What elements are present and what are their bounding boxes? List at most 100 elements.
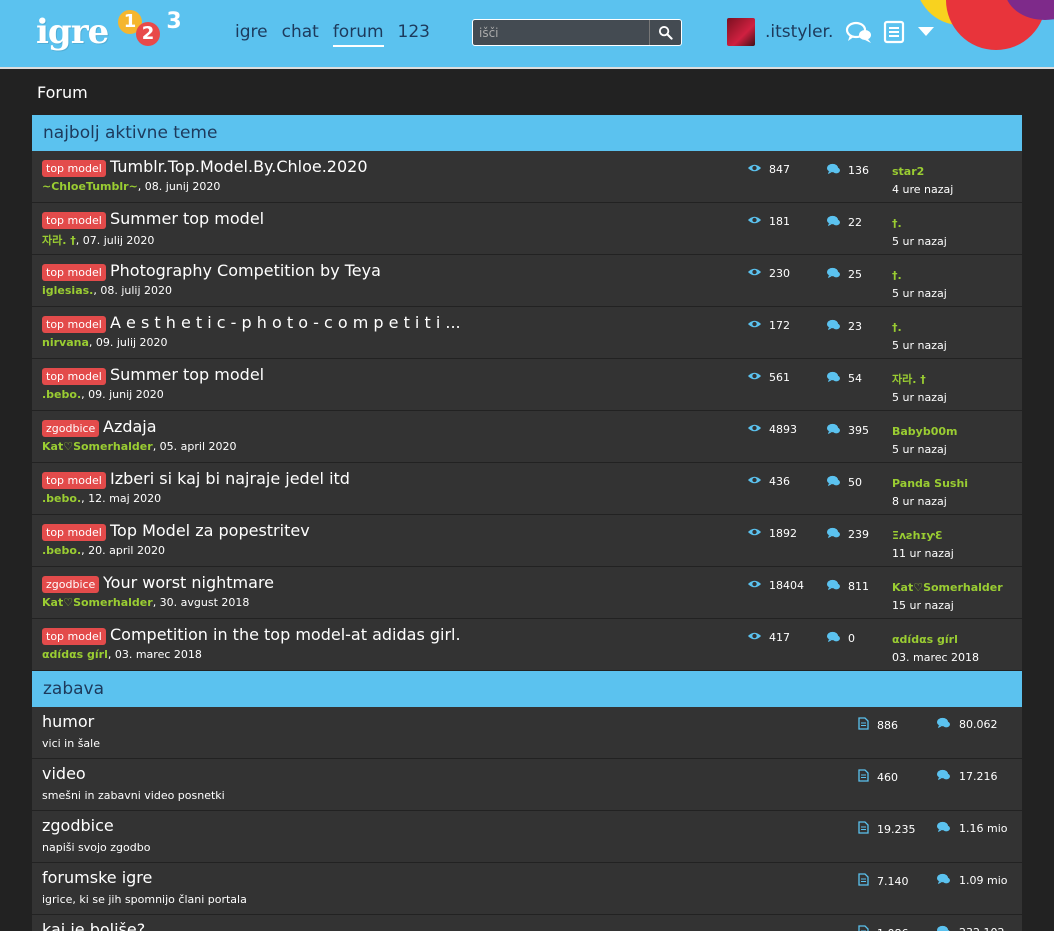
forum-row[interactable]: video smešni in zabavni video posnetki 460… [32, 759, 1022, 811]
avatar[interactable] [727, 18, 755, 46]
topic-author[interactable]: Kat♡Somerhalder [42, 440, 153, 453]
nav-item-igre[interactable]: igre [235, 22, 268, 47]
topic-title[interactable]: Photography Competition by Teya [110, 261, 381, 280]
topic-title[interactable]: Tumblr.Top.Model.By.Chloe.2020 [110, 157, 368, 176]
topic-author[interactable]: .bebo. [42, 388, 81, 401]
forum-posts: 80.062 [936, 717, 998, 732]
topic-title[interactable]: A e s t h e t i c - p h o t o - c o m p … [110, 313, 461, 332]
topic-date: , 09. julij 2020 [88, 336, 168, 349]
topic-title[interactable]: Summer top model [110, 365, 264, 384]
topics-count: 460 [877, 770, 898, 784]
topic-title[interactable]: Competition in the top model-at adidas g… [110, 625, 461, 644]
topic-row[interactable]: zgodbice Your worst nightmare Kat♡Somerhal… [32, 567, 1022, 619]
topic-tag[interactable]: top model [42, 160, 106, 177]
search-input[interactable] [473, 20, 649, 45]
topic-author[interactable]: .bebo. [42, 492, 81, 505]
topic-author[interactable]: nirvana [42, 336, 89, 349]
last-post-user[interactable]: Kat♡Somerhalder [892, 579, 1003, 597]
topic-row[interactable]: zgodbice Azdaja Kat♡Somerhalder, 05. april… [32, 411, 1022, 463]
last-post: Panda Sushi 8 ur nazaj [892, 475, 968, 511]
topic-tag[interactable]: zgodbice [42, 420, 100, 437]
last-post-time[interactable]: 4 ure nazaj [892, 181, 953, 199]
section-header-zabava[interactable]: zabava [32, 671, 1022, 707]
topic-replies: 50 [826, 475, 862, 490]
nav-item-123[interactable]: 123 [398, 22, 430, 47]
topic-title[interactable]: Azdaja [103, 417, 157, 436]
topic-author[interactable]: 자라. † [42, 234, 76, 247]
topic-tag[interactable]: top model [42, 264, 106, 281]
topic-row[interactable]: top model Summer top model .bebo., 09. jun… [32, 359, 1022, 411]
last-post-user[interactable]: ΞʌƨhɪƴƐ [892, 527, 954, 545]
username[interactable]: .itstyler. [765, 22, 833, 42]
document-icon [858, 717, 869, 733]
topic-author[interactable]: iglesias. [42, 284, 93, 297]
search-button[interactable] [649, 20, 681, 45]
topics-count: 886 [877, 718, 898, 732]
zabava-panel: zabava humor vici in šale 886 80.062 video sm… [32, 671, 1022, 931]
topic-title[interactable]: Izberi si kaj bi najraje jedel itd [110, 469, 350, 488]
topic-tag[interactable]: top model [42, 316, 106, 333]
forum-title[interactable]: video [42, 764, 86, 783]
nav-item-chat[interactable]: chat [282, 22, 319, 47]
eye-icon [747, 163, 762, 176]
topic-row[interactable]: top model Summer top model 자라. †, 07. juli… [32, 203, 1022, 255]
last-post-time[interactable]: 5 ur nazaj [892, 441, 958, 459]
last-post-time[interactable]: 03. marec 2018 [892, 649, 979, 667]
last-post-time[interactable]: 8 ur nazaj [892, 493, 968, 511]
topic-tag[interactable]: top model [42, 628, 106, 645]
topic-row[interactable]: top model A e s t h e t i c - p h o t o -… [32, 307, 1022, 359]
topic-meta: .bebo., 20. april 2020 [42, 544, 165, 557]
topic-title[interactable]: Your worst nightmare [103, 573, 274, 592]
user-menu[interactable]: .itstyler. [727, 18, 833, 46]
nav-item-forum[interactable]: forum [332, 22, 384, 47]
topic-tag[interactable]: top model [42, 212, 106, 229]
topic-row[interactable]: top model Top Model za popestritev .bebo.,… [32, 515, 1022, 567]
last-post-time[interactable]: 5 ur nazaj [892, 337, 947, 355]
forum-title[interactable]: humor [42, 712, 94, 731]
forum-row[interactable]: humor vici in šale 886 80.062 [32, 707, 1022, 759]
last-post-user[interactable]: αdídαs gírl [892, 631, 979, 649]
last-post-time[interactable]: 5 ur nazaj [892, 285, 947, 303]
topic-author[interactable]: Kat♡Somerhalder [42, 596, 153, 609]
topic-row[interactable]: top model Tumblr.Top.Model.By.Chloe.2020 ~… [32, 151, 1022, 203]
last-post-user[interactable]: †. [892, 319, 947, 337]
forum-title[interactable]: forumske igre [42, 868, 152, 887]
forum-row[interactable]: kaj je boljše? 1.086 232.102 [32, 915, 1022, 931]
posts-count: 1.09 mio [959, 874, 1008, 887]
last-post-user[interactable]: Panda Sushi [892, 475, 968, 493]
caret-down-icon[interactable] [918, 27, 934, 36]
topic-author[interactable]: ~ChloeTumblr~ [42, 180, 138, 193]
topic-tag[interactable]: top model [42, 368, 106, 385]
topic-views: 561 [747, 371, 790, 384]
topic-views: 847 [747, 163, 790, 176]
views-count: 4893 [769, 423, 797, 436]
chat-bubbles-icon[interactable] [845, 20, 873, 48]
last-post-user[interactable]: Babyb00m [892, 423, 958, 441]
forum-title[interactable]: zgodbice [42, 816, 114, 835]
topic-row[interactable]: top model Izberi si kaj bi najraje jedel … [32, 463, 1022, 515]
last-post-time[interactable]: 15 ur nazaj [892, 597, 1003, 615]
topic-row[interactable]: top model Competition in the top model-at… [32, 619, 1022, 671]
last-post-user[interactable]: 자라. † [892, 371, 947, 389]
topic-title[interactable]: Summer top model [110, 209, 264, 228]
news-icon[interactable] [883, 20, 905, 48]
forum-row[interactable]: zgodbice napiši svojo zgodbo 19.235 1.16 mi… [32, 811, 1022, 863]
forum-title[interactable]: kaj je boljše? [42, 920, 145, 931]
topic-author[interactable]: .bebo. [42, 544, 81, 557]
topic-row[interactable]: top model Photography Competition by Teya… [32, 255, 1022, 307]
topic-tag[interactable]: zgodbice [42, 576, 100, 593]
last-post-user[interactable]: star2 [892, 163, 953, 181]
views-count: 181 [769, 215, 790, 228]
topic-tag[interactable]: top model [42, 472, 106, 489]
last-post-user[interactable]: †. [892, 267, 947, 285]
last-post-time[interactable]: 5 ur nazaj [892, 389, 947, 407]
topic-author[interactable]: αdídαs gírl [42, 648, 108, 661]
topic-title[interactable]: Top Model za popestritev [110, 521, 310, 540]
last-post-time[interactable]: 11 ur nazaj [892, 545, 954, 563]
last-post-time[interactable]: 5 ur nazaj [892, 233, 947, 251]
forum-desc: vici in šale [42, 737, 100, 750]
comments-icon [826, 423, 841, 438]
last-post-user[interactable]: †. [892, 215, 947, 233]
topic-tag[interactable]: top model [42, 524, 106, 541]
forum-row[interactable]: forumske igre igrice, ki se jih spomnijo … [32, 863, 1022, 915]
